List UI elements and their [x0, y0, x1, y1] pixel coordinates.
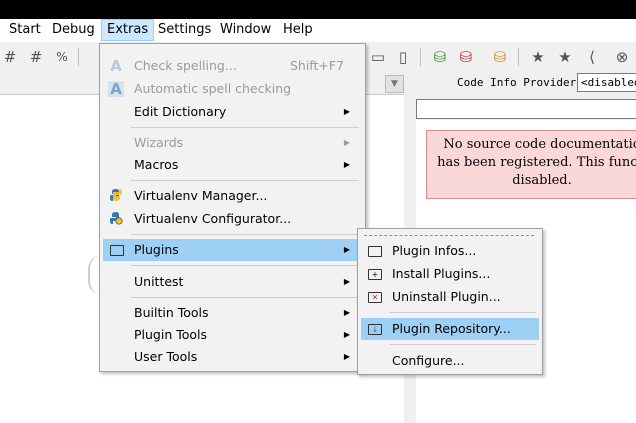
plugin-repository-icon: ↓ [368, 324, 382, 335]
documentation-message: No source code documentatio has been reg… [426, 130, 636, 199]
tear-off-handle[interactable] [364, 235, 534, 236]
menu-separator [389, 312, 536, 313]
database-green-icon[interactable]: ⛁ [430, 47, 450, 67]
menu-bar: Start Debug Extras Settings Window Help [0, 19, 636, 42]
toolbar-separator [518, 48, 519, 66]
menu-help[interactable]: Help [278, 19, 318, 41]
menu-settings[interactable]: Settings [153, 19, 216, 41]
menu-item-wizards[interactable]: Wizards ▶ [103, 132, 362, 154]
menu-start[interactable]: Start [4, 19, 46, 41]
menu-item-plugin-infos[interactable]: Plugin Infos... [361, 240, 539, 262]
plugin-install-icon: + [368, 269, 382, 280]
doc-message-line: No source code documentatio [443, 137, 636, 152]
menu-item-edit-dictionary[interactable]: Edit Dictionary ▶ [103, 101, 362, 123]
menu-separator [131, 127, 359, 128]
doc-message-line: disabled. [512, 173, 572, 188]
submenu-arrow-icon: ▶ [343, 352, 350, 361]
compare-side-icon[interactable]: ▯ [393, 47, 413, 67]
submenu-arrow-icon: ▶ [343, 277, 350, 286]
bookmark-prev-icon[interactable]: ⟨ [582, 47, 602, 67]
menu-debug[interactable]: Debug [47, 19, 100, 41]
chevron-down-icon[interactable]: ▼ [385, 75, 404, 93]
menu-item-plugin-repository[interactable]: ↓ Plugin Repository... [361, 318, 539, 340]
python-settings-icon [108, 211, 124, 227]
plugin-icon [110, 245, 124, 256]
toolbar-separator [78, 48, 79, 66]
menu-item-auto-spell[interactable]: A Automatic spell checking [103, 78, 362, 100]
database-orange-icon[interactable]: ⛁ [490, 47, 510, 67]
bookmark-clear-icon[interactable]: ⊗ [612, 47, 632, 67]
menu-separator [131, 265, 359, 266]
menu-item-check-spelling[interactable]: A Check spelling... Shift+F7 [103, 55, 362, 77]
auto-spell-icon: A [108, 81, 124, 97]
menu-separator [131, 180, 359, 181]
menu-extras[interactable]: Extras [101, 19, 155, 41]
menu-separator [131, 297, 359, 298]
submenu-arrow-icon: ▶ [343, 160, 350, 169]
database-red-icon[interactable]: ⛁ [456, 47, 476, 67]
menu-item-virtualenv-configurator[interactable]: Virtualenv Configurator... [103, 208, 362, 230]
hash-icon[interactable]: # [0, 47, 20, 67]
menu-item-plugins[interactable]: Plugins ▶ [103, 239, 362, 261]
menu-item-virtualenv-manager[interactable]: Virtualenv Manager... [103, 185, 362, 207]
extras-menu: A Check spelling... Shift+F7 A Automatic… [99, 43, 366, 372]
menu-item-uninstall-plugin[interactable]: ✕ Uninstall Plugin... [361, 286, 539, 308]
code-info-object-field[interactable] [416, 99, 636, 119]
bookmark-next-icon[interactable]: ★ [555, 47, 575, 67]
menu-item-builtin-tools[interactable]: Builtin Tools ▶ [103, 302, 362, 324]
plugin-info-icon [368, 246, 382, 257]
toolbar-separator [420, 48, 421, 66]
percent-hash-icon[interactable]: % [52, 47, 72, 67]
doc-message-line: has been registered. This functi [437, 155, 636, 170]
compare-icon[interactable]: ▭ [368, 47, 388, 67]
title-bar [0, 0, 636, 19]
spell-check-icon: A [110, 57, 122, 75]
menu-item-user-tools[interactable]: User Tools ▶ [103, 346, 362, 368]
plugin-uninstall-icon: ✕ [368, 292, 382, 303]
submenu-arrow-icon: ▶ [343, 330, 350, 339]
code-info-provider-select[interactable]: <disabled> [577, 73, 636, 92]
menu-window[interactable]: Window [215, 19, 276, 41]
submenu-arrow-icon: ▶ [343, 107, 350, 116]
hash-icon[interactable]: # [26, 47, 46, 67]
menu-item-unittest[interactable]: Unittest ▶ [103, 271, 362, 293]
menu-item-plugin-tools[interactable]: Plugin Tools ▶ [103, 324, 362, 346]
python-icon [108, 188, 124, 204]
menu-separator [131, 234, 359, 235]
menu-item-install-plugins[interactable]: + Install Plugins... [361, 263, 539, 285]
code-info-label: Code Info Provider: [457, 76, 583, 89]
menu-item-configure[interactable]: Configure... [361, 350, 539, 372]
submenu-arrow-icon: ▶ [343, 138, 350, 147]
menu-item-macros[interactable]: Macros ▶ [103, 154, 362, 176]
submenu-arrow-icon: ▶ [343, 308, 350, 317]
plugins-submenu: Plugin Infos... + Install Plugins... ✕ U… [357, 228, 543, 375]
menu-separator [389, 344, 536, 345]
submenu-arrow-icon: ▶ [343, 245, 350, 254]
bookmark-icon[interactable]: ★ [528, 47, 548, 67]
